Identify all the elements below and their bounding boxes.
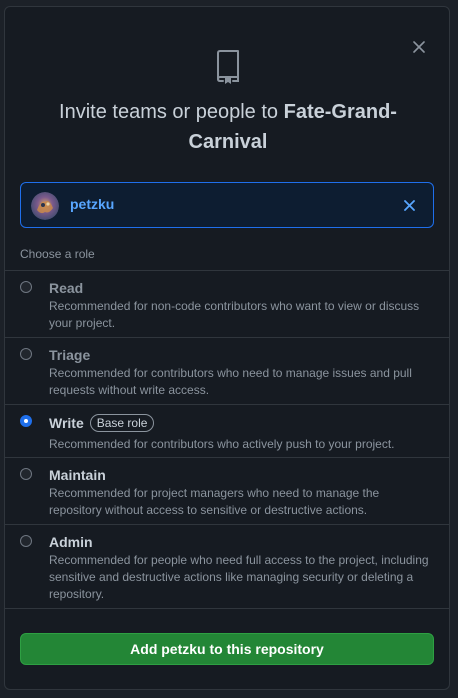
role-radio-admin[interactable]	[20, 535, 32, 547]
role-description: Recommended for people who need full acc…	[49, 553, 429, 601]
selected-user-chip: petzku	[20, 182, 434, 228]
role-label: Write	[49, 415, 84, 431]
repo-icon	[217, 50, 239, 84]
role-description: Recommended for contributors who activel…	[49, 437, 395, 451]
role-option-read[interactable]: Read Recommended for non-code contributo…	[5, 271, 449, 338]
choose-role-heading: Choose a role	[20, 247, 95, 261]
avatar-image	[31, 192, 59, 220]
role-list: Read Recommended for non-code contributo…	[5, 270, 449, 609]
role-description: Recommended for non-code contributors wh…	[49, 299, 420, 330]
remove-user-button[interactable]	[402, 198, 416, 212]
avatar	[31, 192, 59, 220]
dialog-title-prefix: Invite teams or people to	[59, 101, 284, 123]
dialog-title: Invite teams or people to Fate-Grand-Car…	[25, 97, 431, 157]
role-description: Recommended for contributors who need to…	[49, 366, 412, 397]
close-dialog-button[interactable]	[409, 37, 429, 57]
close-icon	[403, 199, 415, 211]
add-collaborator-button[interactable]: Add petzku to this repository	[20, 633, 434, 665]
role-label: Maintain	[49, 467, 106, 483]
role-option-triage[interactable]: Triage Recommended for contributors who …	[5, 338, 449, 405]
role-radio-read[interactable]	[20, 281, 32, 293]
role-radio-maintain[interactable]	[20, 468, 32, 480]
role-label: Admin	[49, 534, 93, 550]
close-icon	[413, 41, 425, 53]
role-radio-write[interactable]	[20, 415, 32, 427]
invite-dialog: Invite teams or people to Fate-Grand-Car…	[4, 6, 450, 690]
role-label: Read	[49, 280, 84, 296]
role-radio-triage[interactable]	[20, 348, 32, 360]
selected-username: petzku	[70, 196, 115, 212]
role-option-admin[interactable]: Admin Recommended for people who need fu…	[5, 525, 449, 609]
base-role-badge: Base role	[89, 414, 155, 432]
role-description: Recommended for project managers who nee…	[49, 486, 380, 517]
role-label: Triage	[49, 347, 91, 363]
role-option-write[interactable]: Write Base role Recommended for contribut…	[5, 405, 449, 458]
role-option-maintain[interactable]: Maintain Recommended for project manager…	[5, 458, 449, 525]
role-label-wrap: Write Base role	[49, 414, 155, 432]
